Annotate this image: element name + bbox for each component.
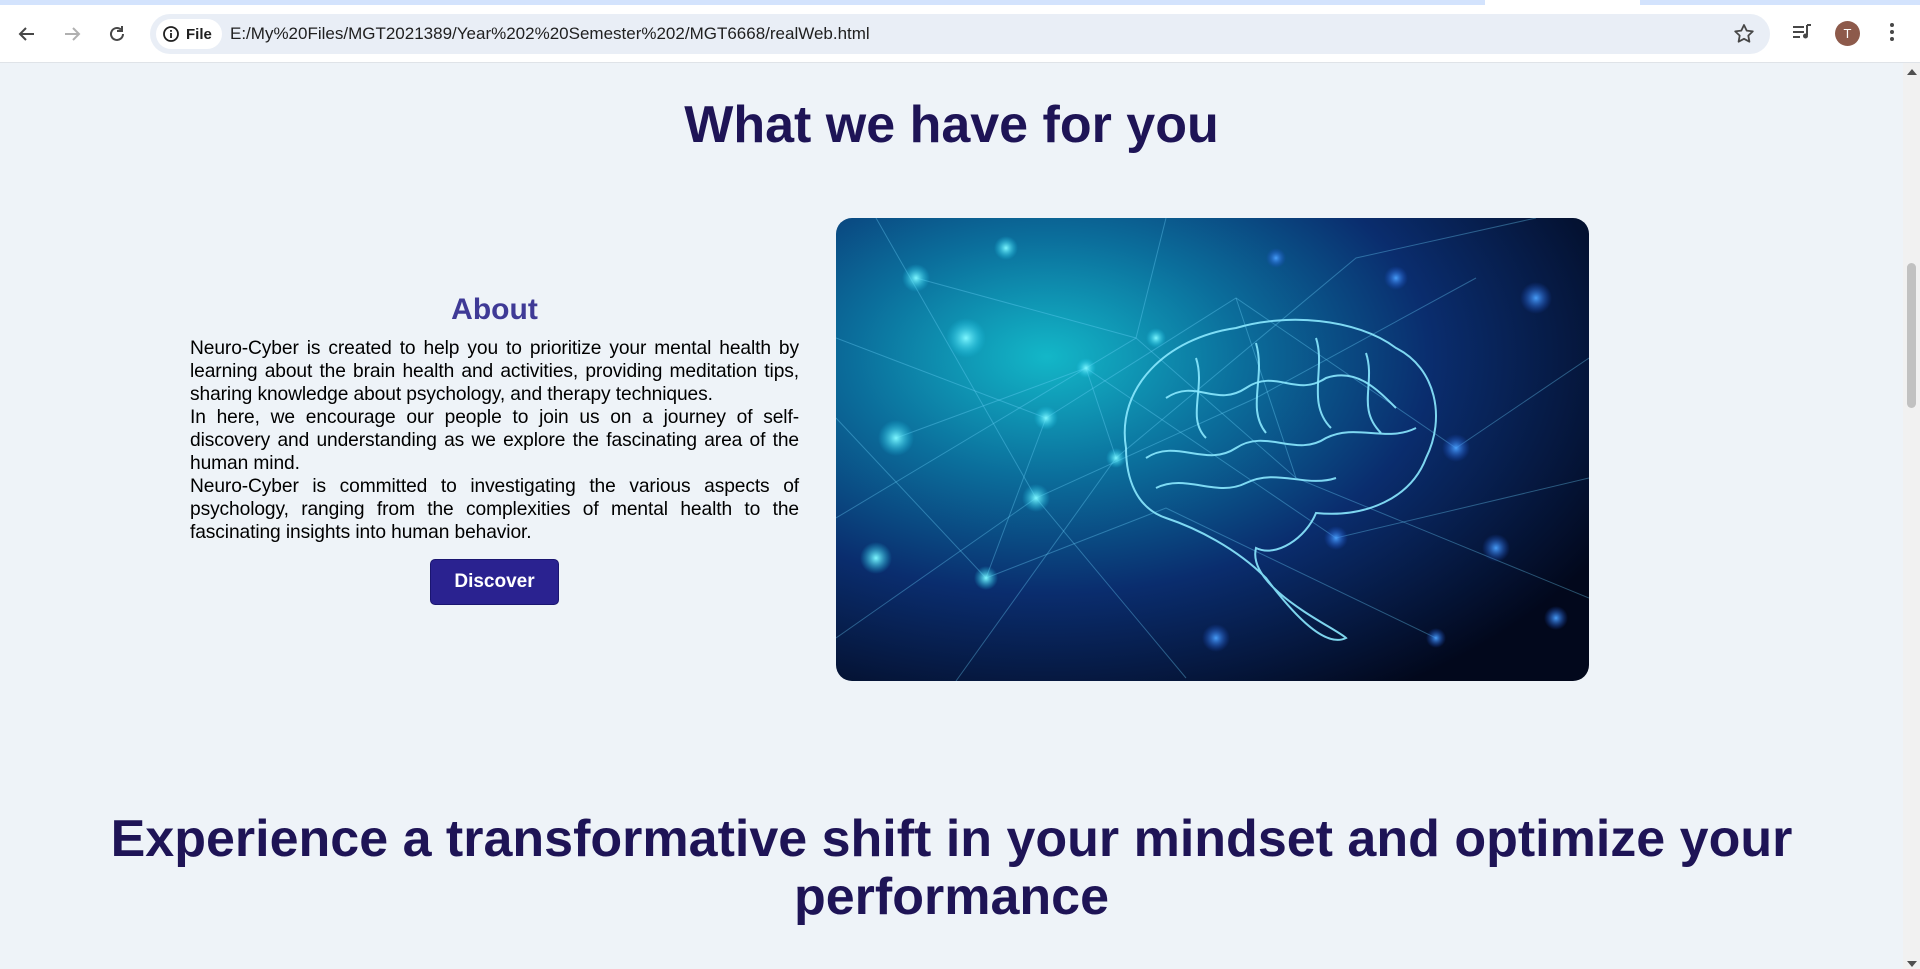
about-section: About Neuro-Cyber is created to help you…	[190, 293, 799, 605]
playlist-icon	[1793, 24, 1811, 39]
back-arrow-icon	[18, 27, 34, 41]
tab-strip-edge-right	[1640, 0, 1920, 5]
back-button[interactable]	[9, 16, 45, 52]
brain-illustration	[836, 218, 1589, 681]
section-title: What we have for you	[684, 96, 1219, 154]
scroll-thumb[interactable]	[1907, 263, 1916, 408]
reload-icon	[110, 26, 124, 41]
discover-button[interactable]: Discover	[430, 559, 559, 605]
tab-strip-edge	[0, 0, 1485, 5]
media-controls-button[interactable]	[1790, 20, 1814, 44]
page-content: What we have for you About Neuro-Cyber i…	[0, 63, 1903, 969]
forward-button[interactable]	[54, 16, 90, 52]
about-paragraph-1: Neuro-Cyber is created to help you to pr…	[190, 338, 799, 405]
more-vert-icon	[1890, 23, 1894, 41]
about-paragraph-2: In here, we encourage our people to join…	[190, 407, 799, 474]
address-bar[interactable]: File E:/My%20Files/MGT2021389/Year%202%2…	[150, 14, 1770, 54]
page-scrollbar[interactable]	[1903, 63, 1920, 969]
scroll-down-arrow[interactable]	[1907, 961, 1917, 967]
url-text[interactable]: E:/My%20Files/MGT2021389/Year%202%20Seme…	[230, 14, 870, 54]
discover-wrap: Discover	[190, 559, 799, 605]
browser-menu-button[interactable]	[1880, 20, 1904, 44]
star-icon	[1734, 24, 1754, 43]
scroll-up-arrow[interactable]	[1907, 69, 1917, 75]
bookmark-star-button[interactable]	[1732, 22, 1756, 46]
reload-button[interactable]	[99, 16, 135, 52]
bottom-title: Experience a transformative shift in you…	[110, 810, 1793, 926]
forward-arrow-icon	[65, 27, 81, 41]
brain-network-image	[836, 218, 1589, 681]
about-paragraph-3: Neuro-Cyber is committed to investigatin…	[190, 476, 799, 543]
site-info-chip[interactable]: File	[156, 19, 222, 49]
profile-avatar[interactable]: T	[1835, 21, 1860, 46]
browser-toolbar: File E:/My%20Files/MGT2021389/Year%202%2…	[0, 0, 1920, 63]
site-chip-label: File	[186, 25, 212, 43]
info-icon	[163, 26, 179, 42]
about-title: About	[451, 293, 538, 326]
